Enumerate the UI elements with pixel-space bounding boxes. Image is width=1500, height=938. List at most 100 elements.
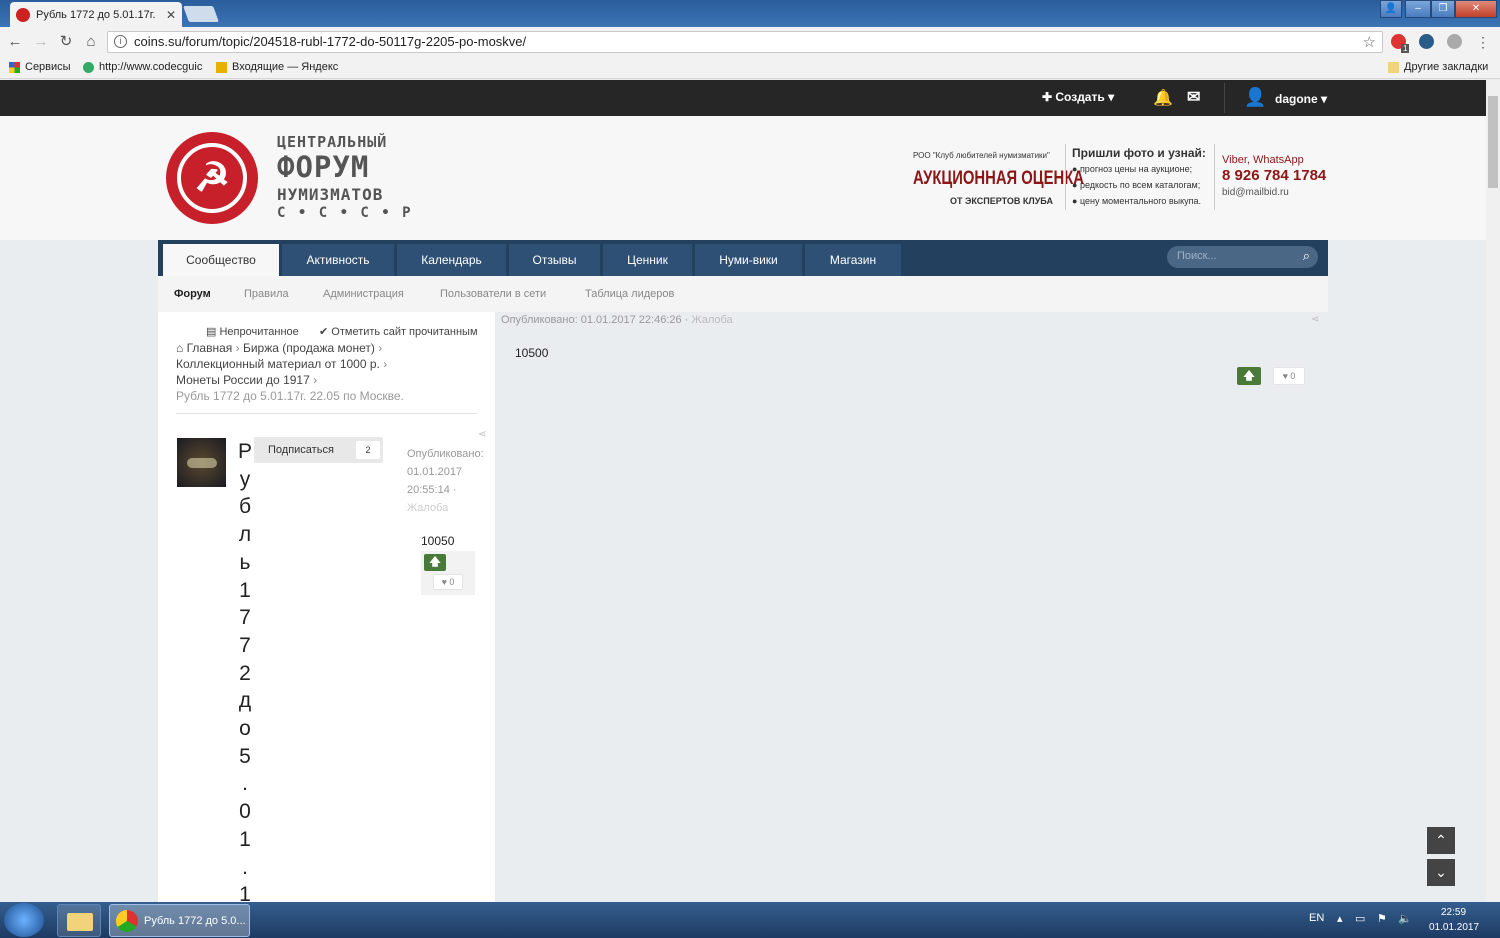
breadcrumb-home[interactable]: Главная [187, 341, 233, 355]
ad-call: Пришли фото и узнай: [1072, 146, 1206, 160]
tab-activity[interactable]: Активность [282, 244, 394, 276]
site-favicon-icon [16, 7, 30, 22]
search-icon[interactable]: ⌕ [1303, 248, 1310, 264]
scroll-bottom-chevron-down-icon[interactable]: ⌄ [1427, 859, 1455, 886]
checkmark-icon: ✔ [319, 326, 332, 338]
taskbar-chrome-item[interactable]: Рубль 1772 до 5.0... [109, 904, 250, 937]
ad-bullet-3: ● цену моментального выкупа. [1072, 196, 1202, 206]
upvote-icon[interactable]: 🡅 [1237, 367, 1261, 385]
right-post-meta: Опубликовано: 01.01.2017 22:46:26 · Жало… [501, 314, 733, 326]
logo-line-1: ЦЕНТРАЛЬНЫЙ [277, 133, 388, 151]
ad-contact-label: Viber, WhatsApp [1222, 154, 1304, 166]
like-count[interactable]: ♥ 0 [1273, 367, 1305, 385]
tab-close-icon[interactable]: ✕ [166, 8, 176, 22]
start-button[interactable] [4, 903, 44, 937]
tab-pricelist[interactable]: Ценник [603, 244, 692, 276]
reload-icon[interactable]: ↻ [57, 33, 75, 51]
subnav-leaderboard[interactable]: Таблица лидеров [585, 288, 674, 300]
page-scrollbar[interactable] [1486, 80, 1500, 902]
network-icon[interactable]: ▭ [1355, 912, 1365, 925]
extension-shield-icon[interactable] [1419, 34, 1434, 49]
tab-community[interactable]: Сообщество [163, 244, 279, 276]
globe-icon [83, 61, 94, 73]
user-avatar-icon[interactable]: 👤 [1244, 87, 1266, 108]
avatar[interactable] [177, 438, 226, 487]
address-bar[interactable]: i coins.su/forum/topic/204518-rubl-1772-… [107, 31, 1383, 53]
report-link[interactable]: Жалоба [407, 502, 448, 514]
messages-envelope-icon[interactable]: ✉ [1187, 87, 1200, 107]
divider [176, 413, 477, 414]
new-tab-button[interactable] [183, 6, 219, 22]
divider [1065, 144, 1066, 210]
unread-link[interactable]: ▤ Непрочитанное [206, 325, 299, 338]
bookmark-yandex-mail[interactable]: Входящие — Яндекс [216, 61, 338, 73]
extension-badge: 1 [1401, 44, 1410, 53]
other-bookmarks[interactable]: Другие закладки [1388, 61, 1488, 73]
upvote-icon[interactable]: 🡅 [424, 554, 446, 571]
tray-expand-icon[interactable]: ▴ [1337, 912, 1343, 925]
subnav-online-users[interactable]: Пользователи в сети [440, 288, 546, 300]
subnav-rules[interactable]: Правила [244, 288, 289, 300]
mail-icon [216, 61, 227, 73]
clock-time[interactable]: 22:59 [1441, 907, 1466, 918]
explorer-folder-icon[interactable] [57, 904, 101, 937]
topic-title-char: л [238, 523, 252, 547]
subnav-administration[interactable]: Администрация [323, 288, 404, 300]
bookmark-services[interactable]: Сервисы [9, 61, 71, 73]
page-scrollbar-thumb[interactable] [1488, 96, 1498, 188]
close-window-button[interactable]: ✕ [1455, 0, 1497, 18]
post-date: 01.01.2017 [407, 466, 463, 478]
scroll-top-chevron-up-icon[interactable]: ⌃ [1427, 827, 1455, 854]
maximize-button[interactable]: ❐ [1431, 0, 1455, 18]
home-icon[interactable]: ⌂ [82, 33, 100, 51]
like-count[interactable]: ♥ 0 [433, 574, 463, 590]
action-center-flag-icon[interactable]: ⚑ [1377, 912, 1387, 925]
create-menu[interactable]: ✚ Создать ▾ [1042, 90, 1114, 104]
topic-title-char: 5 [239, 744, 251, 768]
tab-reviews[interactable]: Отзывы [509, 244, 600, 276]
topic-title-char: 7 [239, 633, 251, 657]
page-info-icon[interactable]: i [114, 35, 127, 48]
minimize-button[interactable]: – [1405, 0, 1431, 18]
bookmark-codecguide[interactable]: http://www.codecguic [83, 61, 202, 73]
plus-icon: ✚ [1042, 90, 1056, 104]
topic-title-char: д [238, 689, 252, 713]
ad-headline[interactable]: АУКЦИОННАЯ ОЦЕНКА [913, 168, 1084, 190]
profile-icon[interactable]: 👤 [1380, 0, 1402, 18]
tab-shop[interactable]: Магазин [805, 244, 901, 276]
share-icon[interactable]: ⋖ [1311, 314, 1319, 325]
ad-bullet-1: ● прогноз цены на аукционе; [1072, 164, 1193, 174]
volume-icon[interactable]: 🔈 [1398, 912, 1412, 925]
tab-wiki[interactable]: Нуми-вики [695, 244, 802, 276]
user-menu[interactable]: dagone ▾ [1275, 92, 1327, 106]
logo-line-2: ФОРУМ [277, 150, 370, 184]
ad-sub: ОТ ЭКСПЕРТОВ КЛУБА [950, 196, 1053, 206]
notifications-bell-icon[interactable]: 🔔 [1153, 88, 1173, 108]
mark-read-link[interactable]: ✔ Отметить сайт прочитанным [319, 325, 478, 338]
folder-icon [1388, 61, 1399, 73]
bookmark-star-icon[interactable]: ☆ [1363, 33, 1376, 51]
clock-date[interactable]: 01.01.2017 [1429, 922, 1479, 933]
chrome-icon [116, 909, 138, 932]
search-input[interactable]: Поиск... ⌕ [1167, 246, 1318, 268]
breadcrumb-collectibles[interactable]: Коллекционный материал от 1000 р. [176, 357, 380, 371]
forward-icon[interactable]: → [32, 33, 50, 51]
extension-globe-icon[interactable] [1447, 34, 1462, 49]
breadcrumb-exchange[interactable]: Биржа (продажа монет) [243, 341, 375, 355]
browser-tab[interactable]: Рубль 1772 до 5.01.17г. ✕ [10, 2, 182, 27]
right-report-link[interactable]: Жалоба [691, 314, 732, 326]
tab-calendar[interactable]: Календарь [397, 244, 506, 276]
subscriber-count: 2 [356, 441, 380, 459]
topic-title-char: о [239, 717, 251, 741]
topic-title-char: 1 [239, 827, 251, 851]
topic-title-char: ь [239, 550, 251, 574]
home-icon: ⌂ [176, 341, 187, 355]
menu-dots-icon[interactable]: ⋮ [1474, 33, 1492, 51]
subnav-forum[interactable]: Форум [174, 288, 211, 300]
share-icon[interactable]: ⋖ [478, 429, 486, 440]
forum-logo-emblem[interactable]: ☭ [166, 132, 258, 224]
topic-title-char: 2 [239, 661, 251, 685]
language-indicator[interactable]: EN [1309, 912, 1324, 924]
breadcrumb-russia-coins[interactable]: Монеты России до 1917 [176, 373, 310, 387]
back-icon[interactable]: ← [6, 33, 24, 51]
